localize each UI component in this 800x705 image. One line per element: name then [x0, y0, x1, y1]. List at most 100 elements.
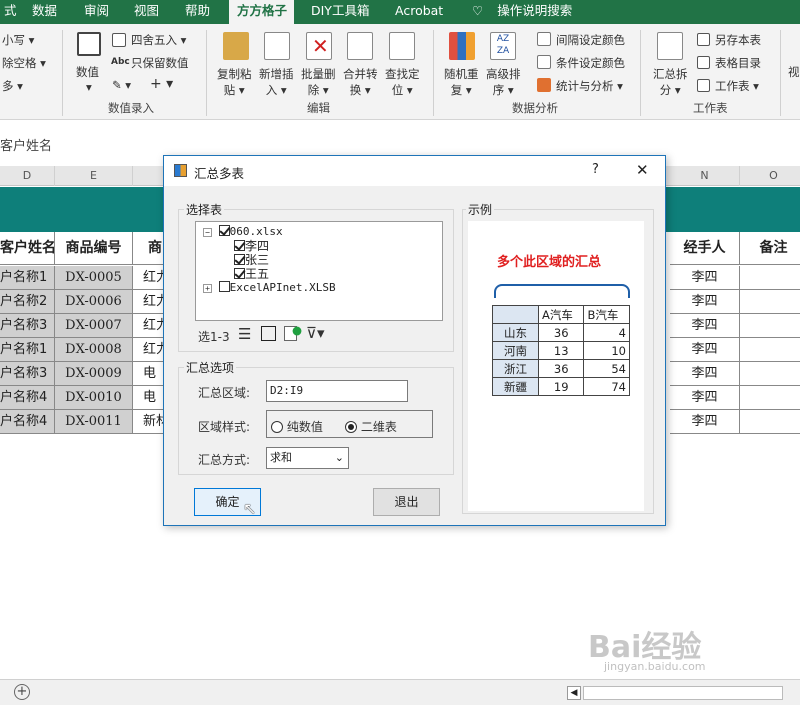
checkbox-060-xlsx[interactable] [218, 225, 230, 236]
interval-color-button[interactable]: 间隔设定颜色 [556, 32, 625, 48]
checkbox-sheet-wangwu[interactable] [234, 268, 245, 279]
cell-code[interactable]: DX-0009 [55, 362, 133, 386]
numeric-button[interactable]: 数值 [76, 64, 99, 80]
help-button[interactable]: ? [592, 162, 599, 177]
table-catalog-icon [697, 56, 710, 69]
merge-convert-button[interactable]: 合并转换 ▾ [343, 66, 378, 98]
more-button[interactable]: 多 ▾ [2, 78, 23, 94]
summary-split-button[interactable]: 汇总拆分 ▾ [653, 66, 688, 98]
cell-code[interactable]: DX-0007 [55, 314, 133, 338]
numeric-dropdown-icon[interactable]: ▾ [86, 80, 92, 94]
name-box[interactable]: 客户姓名 [0, 135, 52, 154]
scroll-left-icon[interactable]: ◀ [567, 686, 581, 700]
add-file-icon[interactable]: ● [284, 323, 302, 341]
cell-handler[interactable]: 李四 [670, 410, 740, 434]
advanced-sort-button[interactable]: 高级排序 ▾ [486, 66, 521, 98]
add-sheet-icon[interactable]: + [14, 684, 30, 700]
tab-fangfang[interactable]: 方方格子 [229, 0, 294, 24]
cell-customer[interactable]: 户名称4 [0, 410, 55, 434]
cell-handler[interactable]: 李四 [670, 386, 740, 410]
cell-customer[interactable]: 户名称4 [0, 386, 55, 410]
lowercase-button[interactable]: 小写 ▾ [2, 32, 34, 48]
watermark-url: jingyan.baidu.com [604, 660, 706, 673]
random-repeat-button[interactable]: 随机重复 ▾ [444, 66, 479, 98]
header-code[interactable]: 商品编号 [55, 232, 133, 265]
worksheet-button[interactable]: 工作表 ▾ [715, 78, 759, 94]
cell-customer[interactable]: 户名称3 [0, 314, 55, 338]
cell-handler[interactable]: 李四 [670, 290, 740, 314]
tab-formula[interactable]: 式 [0, 0, 25, 24]
edit-dropdown-button[interactable]: ✎ ▾ [112, 78, 131, 92]
view-button[interactable]: 视 [788, 64, 800, 80]
cell-handler[interactable]: 李四 [670, 314, 740, 338]
column-header-d[interactable]: D [0, 166, 55, 186]
cell-remark[interactable] [740, 362, 800, 386]
tab-view[interactable]: 视图 [126, 0, 167, 24]
exit-button[interactable]: 退出 [373, 488, 440, 516]
find-locate-button[interactable]: 查找定位 ▾ [385, 66, 420, 98]
cell-customer[interactable]: 户名称2 [0, 290, 55, 314]
method-select[interactable]: 求和 ⌄ [266, 447, 349, 469]
batch-delete-button[interactable]: 批量删除 ▾ [301, 66, 336, 98]
header-handler[interactable]: 经手人 [670, 232, 740, 265]
cell-code[interactable]: DX-0006 [55, 290, 133, 314]
tell-me-search[interactable]: ♡ 操作说明搜索 [464, 0, 580, 24]
cell-customer[interactable]: 户名称3 [0, 362, 55, 386]
tree-item-workbook[interactable]: 060.xlsx [230, 225, 283, 238]
round-button[interactable]: 四舍五入 ▾ [131, 32, 186, 48]
expand-icon[interactable]: + [203, 284, 212, 293]
tab-acrobat[interactable]: Acrobat [387, 0, 451, 24]
tab-help[interactable]: 帮助 [177, 0, 218, 24]
range-input[interactable]: D2:I9 [266, 380, 408, 402]
horizontal-scrollbar[interactable] [583, 686, 783, 700]
copy-paste-button[interactable]: 复制粘贴 ▾ [217, 66, 252, 98]
column-header-e[interactable]: E [55, 166, 133, 186]
find-locate-icon [389, 32, 415, 60]
radio-numeric-only[interactable]: 纯数值 [271, 418, 323, 435]
check-all-icon[interactable] [261, 326, 276, 341]
tree-item-sheet[interactable]: 王五 [245, 267, 269, 281]
tab-review[interactable]: 审阅 [76, 0, 117, 24]
column-header-n[interactable]: N [670, 166, 740, 186]
tree-item-sheet[interactable]: 李四 [245, 239, 269, 253]
save-book-button[interactable]: 另存本表 [715, 32, 761, 48]
keep-numeric-button[interactable]: 只保留数值 [131, 55, 189, 71]
header-customer[interactable]: 客户姓名 [0, 232, 55, 265]
trim-space-button[interactable]: 除空格 ▾ [2, 55, 46, 71]
checkbox-sheet-lisi[interactable] [234, 240, 245, 251]
new-insert-button[interactable]: 新增插入 ▾ [259, 66, 294, 98]
cell-customer[interactable]: 户名称1 [0, 266, 55, 290]
cell-remark[interactable] [740, 386, 800, 410]
table-tree[interactable]: − 060.xlsx 李四 张三 王五 + ExcelAPInet.XLSB [195, 221, 443, 321]
cell-code[interactable]: DX-0005 [55, 266, 133, 290]
table-catalog-button[interactable]: 表格目录 [715, 55, 761, 71]
tab-diy-toolbox[interactable]: DIY工具箱 [303, 0, 377, 24]
cell-handler[interactable]: 李四 [670, 338, 740, 362]
tree-item-sheet[interactable]: 张三 [245, 253, 269, 267]
cell-remark[interactable] [740, 338, 800, 362]
collapse-icon[interactable]: − [203, 228, 212, 237]
filter-icon[interactable]: ⊽▾ [306, 324, 325, 342]
cell-remark[interactable] [740, 266, 800, 290]
cell-code[interactable]: DX-0011 [55, 410, 133, 434]
condition-color-button[interactable]: 条件设定颜色 [556, 55, 625, 71]
cell-handler[interactable]: 李四 [670, 266, 740, 290]
radio-two-dim-table[interactable]: 二维表 [345, 418, 397, 435]
cell-remark[interactable] [740, 410, 800, 434]
list-icon[interactable]: ☰ [238, 325, 251, 343]
tree-item-workbook[interactable]: ExcelAPInet.XLSB [230, 281, 336, 294]
cell-remark[interactable] [740, 290, 800, 314]
close-button[interactable]: ✕ [636, 161, 649, 179]
header-remark[interactable]: 备注 [740, 232, 800, 265]
cell-customer[interactable]: 户名称1 [0, 338, 55, 362]
stats-analysis-button[interactable]: 统计与分析 ▾ [556, 78, 623, 94]
checkbox-excelapinet[interactable] [218, 281, 230, 292]
plus-dropdown-button[interactable]: + ▾ [150, 76, 173, 92]
cell-code[interactable]: DX-0010 [55, 386, 133, 410]
cell-code[interactable]: DX-0008 [55, 338, 133, 362]
cell-remark[interactable] [740, 314, 800, 338]
column-header-o[interactable]: O [740, 166, 800, 186]
cell-handler[interactable]: 李四 [670, 362, 740, 386]
tab-data[interactable]: 数据 [24, 0, 65, 24]
checkbox-sheet-zhangsan[interactable] [234, 254, 245, 265]
